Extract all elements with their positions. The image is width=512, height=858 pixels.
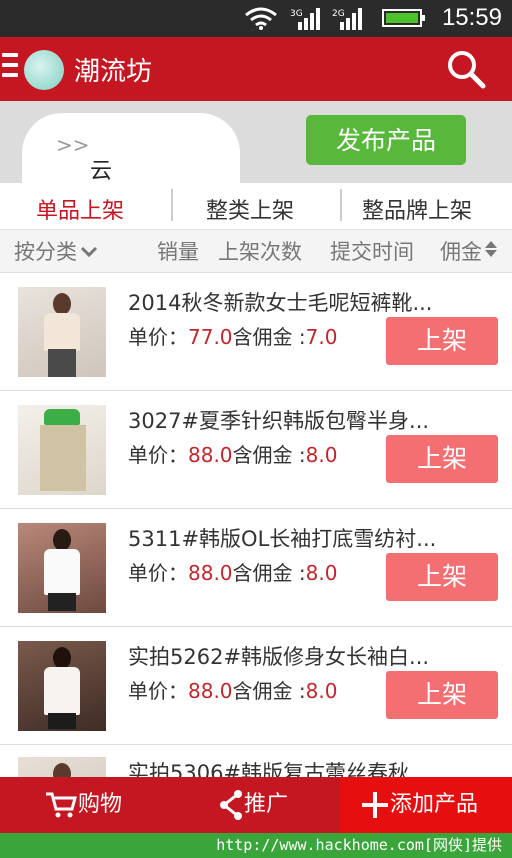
nav-shop[interactable]: 购物 bbox=[44, 777, 122, 833]
double-chevron-icon: >> bbox=[56, 133, 90, 157]
watermark-footer: http://www.hackhome.com[网侠]提供 bbox=[0, 833, 512, 858]
add-product-button[interactable]: 添加产品 bbox=[340, 777, 512, 833]
commission-label: 含佣金 : bbox=[232, 325, 306, 349]
clock: 15:59 bbox=[441, 4, 502, 31]
nav-promote-label: 推广 bbox=[244, 792, 289, 817]
svg-text:3G: 3G bbox=[290, 9, 303, 19]
nav-promote[interactable]: 推广 bbox=[218, 777, 288, 833]
sort-by-sales[interactable]: 销量 bbox=[157, 236, 199, 266]
product-image bbox=[18, 523, 106, 613]
chevron-down-icon bbox=[80, 246, 98, 258]
tab-category-shelf[interactable]: 整类上架 bbox=[206, 193, 294, 225]
menu-icon[interactable] bbox=[2, 53, 18, 83]
product-name: 3027#夏季针织韩版包臀半身... bbox=[128, 409, 430, 433]
list-item[interactable]: 2014秋冬新款女士毛呢短裤靴... 单价：77.0含佣金 :7.0 上架 bbox=[0, 273, 512, 391]
sort-commission-label: 佣金 bbox=[440, 240, 482, 264]
plus-icon bbox=[362, 792, 388, 818]
price-value: 88.0 bbox=[188, 561, 233, 585]
product-image bbox=[18, 641, 106, 731]
sort-arrows-icon bbox=[485, 241, 497, 257]
sub-tabs: 单品上架 整类上架 整品牌上架 bbox=[0, 183, 512, 229]
status-bar: 3G 2G 15:59 bbox=[0, 0, 512, 37]
price-value: 88.0 bbox=[188, 679, 233, 703]
price-label: 单价： bbox=[128, 325, 188, 349]
shelf-button[interactable]: 上架 bbox=[386, 317, 498, 365]
signal-icon: 3G bbox=[290, 8, 320, 30]
commission-value: 7.0 bbox=[305, 325, 338, 349]
commission-label: 含佣金 : bbox=[232, 679, 306, 703]
commission-label: 含佣金 : bbox=[232, 561, 306, 585]
product-price: 单价：88.0含佣金 :8.0 bbox=[128, 439, 337, 468]
sort-by-shelf-count[interactable]: 上架次数 bbox=[218, 236, 302, 266]
tab-cloud-library[interactable]: 云端产品库>> bbox=[22, 113, 240, 312]
commission-value: 8.0 bbox=[305, 679, 338, 703]
bottom-nav: 购物 推广 添加产品 bbox=[0, 777, 512, 833]
signal-icon-2: 2G bbox=[332, 8, 362, 30]
app-title: 潮流坊 bbox=[74, 57, 153, 87]
price-value: 88.0 bbox=[188, 443, 233, 467]
tab-brand-shelf[interactable]: 整品牌上架 bbox=[362, 193, 472, 225]
product-image bbox=[18, 405, 106, 495]
add-product-label: 添加产品 bbox=[390, 792, 479, 817]
footer-text: http://www.hackhome.com[网侠]提供 bbox=[216, 836, 502, 854]
shelf-button[interactable]: 上架 bbox=[386, 671, 498, 719]
top-tab-zone: 云端产品库>> 发布产品 bbox=[0, 101, 512, 312]
sort-bar: 按分类 销量 上架次数 提交时间 佣金 bbox=[0, 229, 512, 273]
list-item[interactable]: 3027#夏季针织韩版包臀半身... 单价：88.0含佣金 :8.0 上架 bbox=[0, 391, 512, 509]
price-label: 单价： bbox=[128, 679, 188, 703]
app-logo bbox=[24, 50, 64, 90]
commission-value: 8.0 bbox=[305, 561, 338, 585]
list-item[interactable]: 5311#韩版OL长袖打底雪纺衬... 单价：88.0含佣金 :8.0 上架 bbox=[0, 509, 512, 627]
product-name: 实拍5262#韩版修身女长袖白... bbox=[128, 645, 430, 669]
share-icon bbox=[220, 790, 242, 820]
product-price: 单价：88.0含佣金 :8.0 bbox=[128, 557, 337, 586]
shelf-button[interactable]: 上架 bbox=[386, 435, 498, 483]
sort-by-category[interactable]: 按分类 bbox=[14, 236, 99, 266]
sort-by-commission[interactable]: 佣金 bbox=[440, 236, 499, 266]
price-value: 77.0 bbox=[188, 325, 233, 349]
product-price: 单价：77.0含佣金 :7.0 bbox=[128, 321, 337, 350]
wifi-icon bbox=[245, 7, 277, 30]
tab-single-shelf[interactable]: 单品上架 bbox=[36, 193, 124, 225]
app-bar: 潮流坊 bbox=[0, 37, 512, 101]
battery-icon bbox=[382, 9, 425, 27]
commission-label: 含佣金 : bbox=[232, 443, 306, 467]
sort-category-label: 按分类 bbox=[14, 240, 77, 264]
nav-shop-label: 购物 bbox=[78, 792, 123, 817]
list-item[interactable]: 实拍5262#韩版修身女长袖白... 单价：88.0含佣金 :8.0 上架 bbox=[0, 627, 512, 745]
product-image bbox=[18, 287, 106, 377]
divider bbox=[340, 189, 342, 221]
cart-icon bbox=[46, 792, 77, 818]
price-label: 单价： bbox=[128, 561, 188, 585]
search-icon[interactable] bbox=[446, 49, 486, 89]
product-price: 单价：88.0含佣金 :8.0 bbox=[128, 675, 337, 704]
product-name: 2014秋冬新款女士毛呢短裤靴... bbox=[128, 291, 433, 315]
sort-by-submit-time[interactable]: 提交时间 bbox=[330, 236, 414, 266]
commission-value: 8.0 bbox=[305, 443, 338, 467]
shelf-button[interactable]: 上架 bbox=[386, 553, 498, 601]
publish-product-button[interactable]: 发布产品 bbox=[306, 115, 466, 165]
svg-text:2G: 2G bbox=[332, 9, 345, 19]
divider bbox=[171, 189, 173, 221]
price-label: 单价： bbox=[128, 443, 188, 467]
product-name: 5311#韩版OL长袖打底雪纺衬... bbox=[128, 527, 437, 551]
